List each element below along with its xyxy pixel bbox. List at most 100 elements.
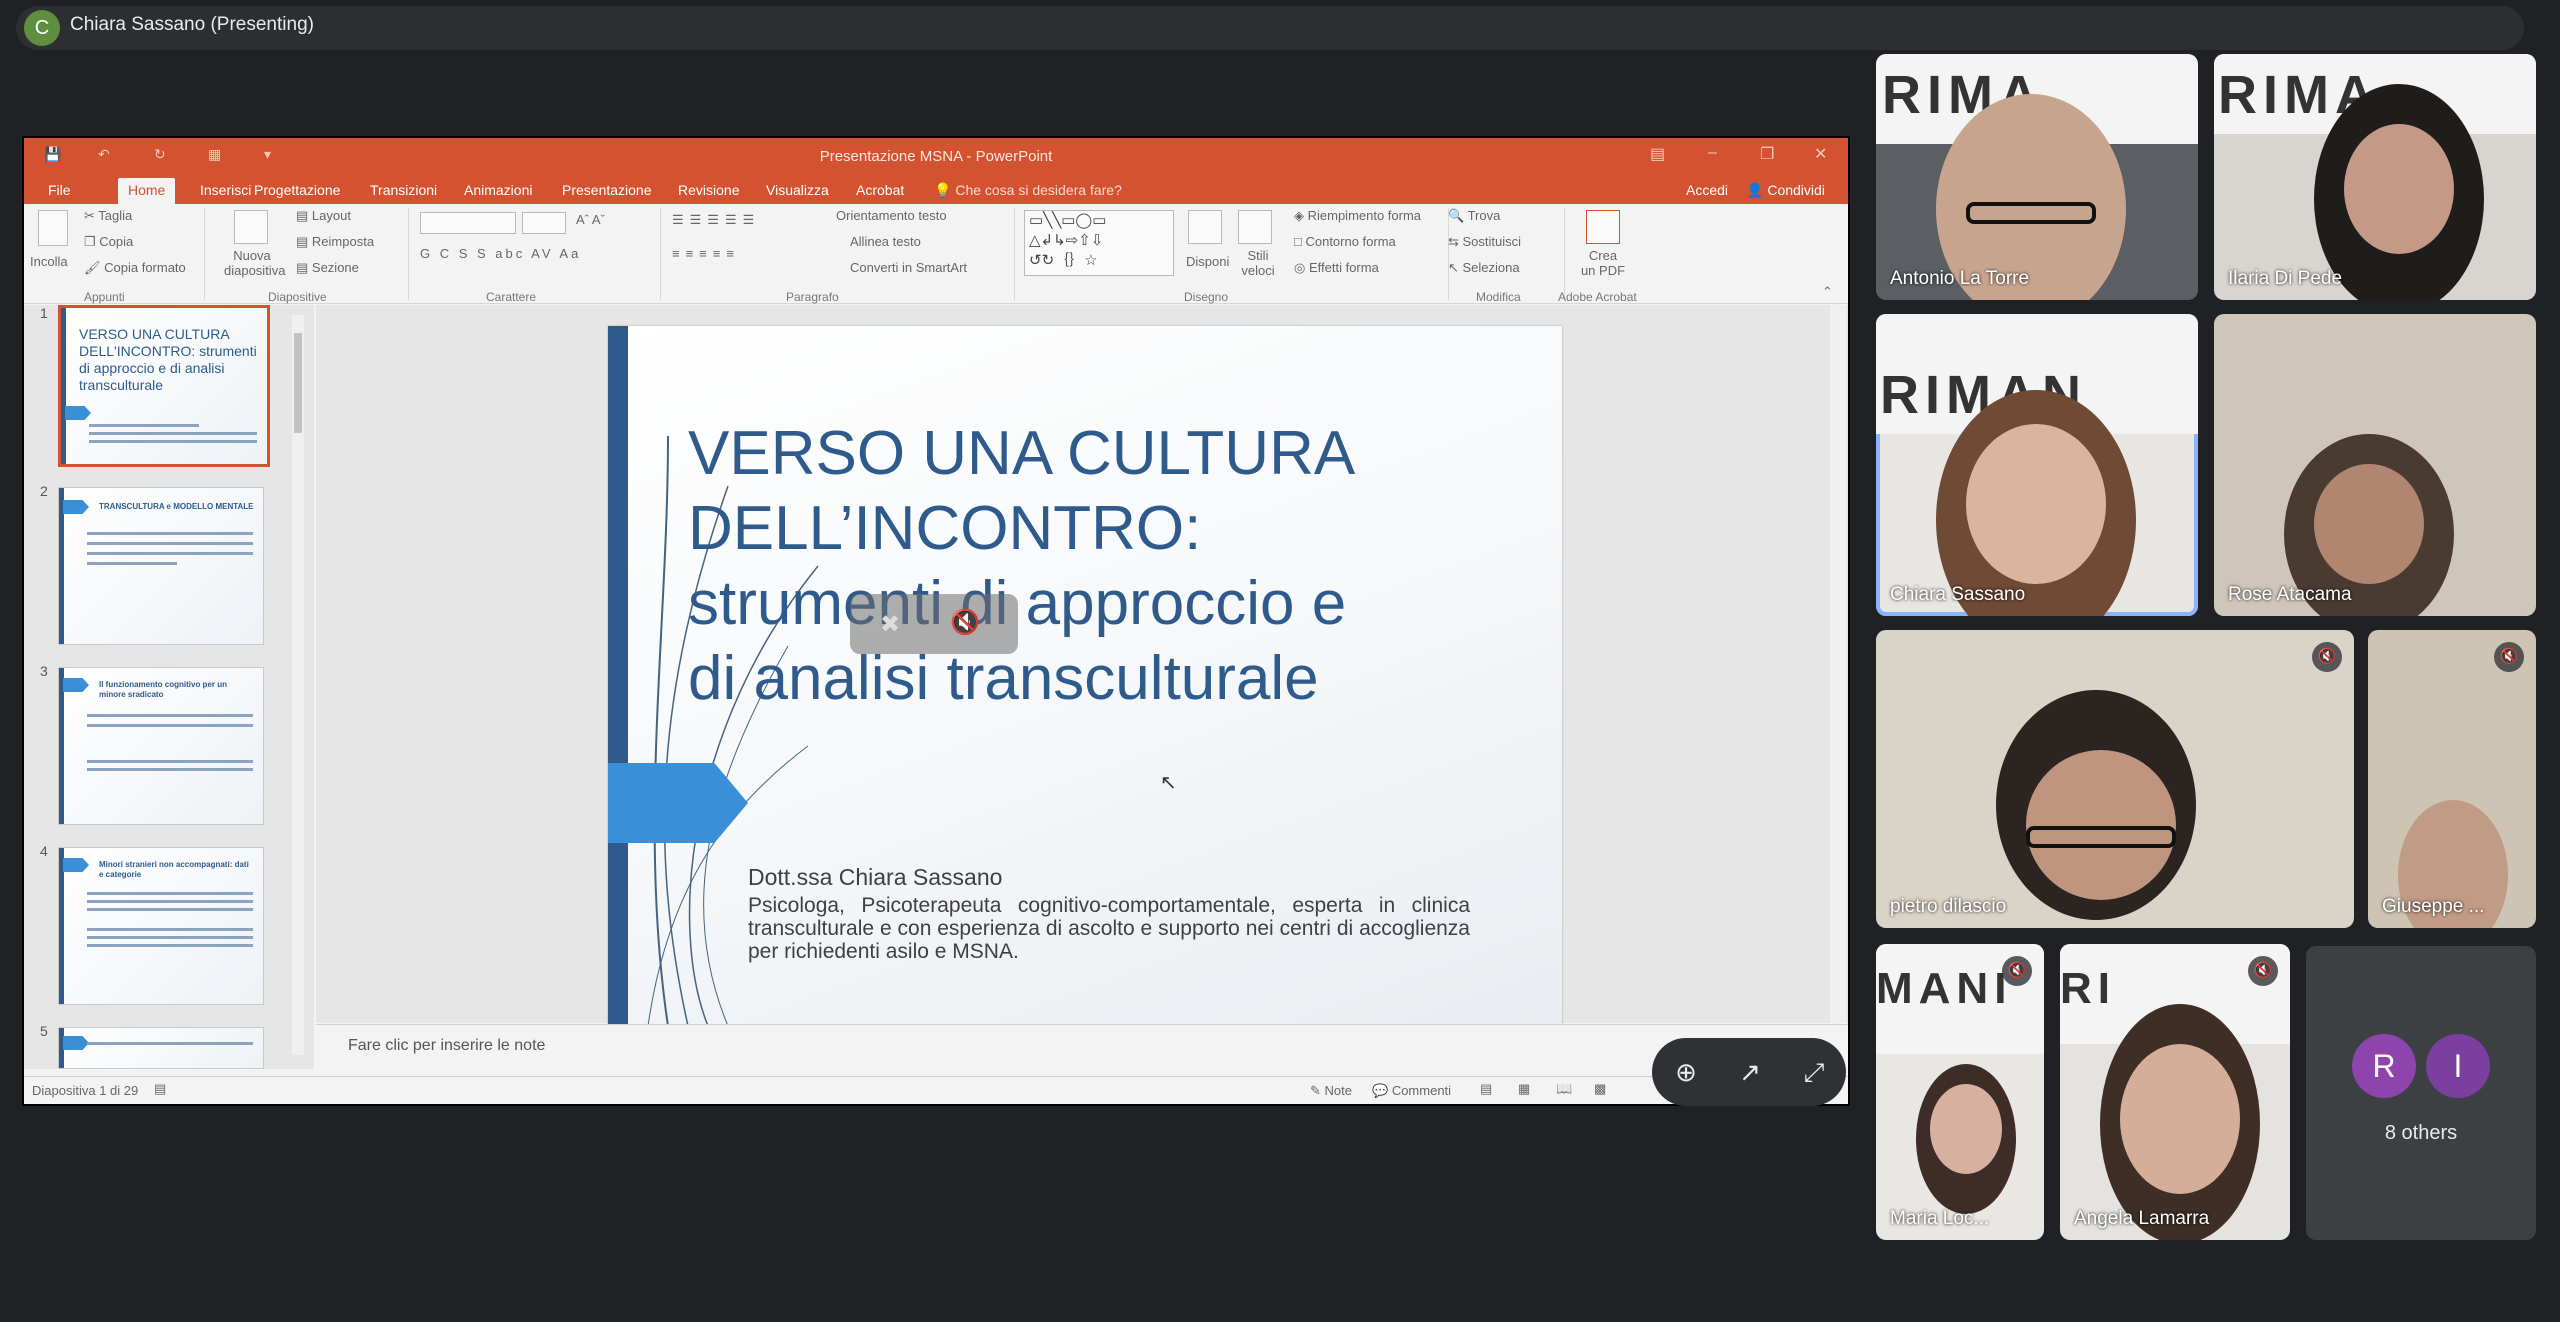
comments-toggle[interactable]: 💬 Commenti: [1372, 1083, 1451, 1099]
tab-visualizza[interactable]: Visualizza: [766, 182, 829, 198]
paste-button[interactable]: Incolla: [30, 254, 68, 269]
thumb-number: 5: [40, 1023, 48, 1039]
thumb-arrow: [65, 406, 91, 420]
reading-view-icon[interactable]: 📖: [1556, 1081, 1572, 1097]
quick-styles-button[interactable]: Stili veloci: [1238, 248, 1278, 278]
slide-thumbnail-3[interactable]: Il funzionamento cognitivo per un minore…: [58, 667, 264, 825]
scrollbar-thumb[interactable]: [294, 333, 302, 433]
pin-off-icon[interactable]: ✖: [880, 610, 900, 639]
participant-tile[interactable]: MANI 🔇 Maria Loc...: [1876, 944, 2044, 1240]
slide-title-line-2: DELL’INCONTRO:: [688, 494, 1202, 563]
tab-progettazione[interactable]: Progettazione: [254, 182, 340, 198]
layout-button[interactable]: ▤ Layout: [296, 208, 351, 224]
thumbnails-scrollbar[interactable]: [292, 315, 304, 1055]
new-slide-icon[interactable]: [234, 210, 268, 244]
tab-transizioni[interactable]: Transizioni: [370, 182, 437, 198]
new-slide-button[interactable]: Nuova diapositiva: [224, 248, 285, 278]
tab-home[interactable]: Home: [118, 178, 176, 204]
section-button[interactable]: ▤ Sezione: [296, 260, 359, 276]
list-buttons[interactable]: ☰☰☰☰☰: [672, 212, 760, 228]
smartart-button[interactable]: Converti in SmartArt: [850, 260, 967, 275]
sorter-view-icon[interactable]: ▦: [1518, 1081, 1530, 1097]
notes-toggle[interactable]: ✎ Note: [1310, 1083, 1352, 1099]
create-pdf-button[interactable]: Crea un PDF: [1580, 248, 1626, 278]
reset-button[interactable]: ▤ Reimposta: [296, 234, 374, 250]
thumb-text-line: [87, 724, 253, 727]
shape-outline-button[interactable]: □ Contorno forma: [1294, 234, 1396, 249]
shape-fill-button[interactable]: ◈ Riempimento forma: [1294, 208, 1421, 224]
tab-revisione[interactable]: Revisione: [678, 182, 739, 198]
share-button[interactable]: 👤 Condividi: [1746, 182, 1825, 199]
ribbon-display-icon[interactable]: ▤: [1650, 144, 1665, 164]
participant-face: [1930, 1084, 2002, 1174]
cut-button[interactable]: ✂ Taglia: [84, 208, 132, 224]
shape-effects-button[interactable]: ◎ Effetti forma: [1294, 260, 1379, 276]
slideshow-view-icon[interactable]: ▩: [1594, 1081, 1606, 1097]
replace-button[interactable]: ⇆ Sostituisci: [1448, 234, 1521, 250]
find-label: Trova: [1467, 208, 1501, 223]
align-buttons[interactable]: ≡≡≡≡≡: [672, 246, 740, 261]
others-tile[interactable]: R I 8 others: [2306, 946, 2536, 1240]
font-size-select[interactable]: [522, 212, 566, 234]
zoom-icon[interactable]: ⊕: [1666, 1052, 1706, 1092]
maximize-icon[interactable]: ❐: [1760, 144, 1774, 164]
notes-pane[interactable]: Fare clic per inserire le note: [316, 1024, 1848, 1068]
others-count: 8 others: [2384, 1122, 2458, 1144]
separator: [204, 208, 205, 300]
separator: [408, 208, 409, 300]
separator: [1564, 208, 1565, 300]
quick-styles-icon[interactable]: [1238, 210, 1272, 244]
close-icon[interactable]: ✕: [1814, 144, 1827, 164]
notes-placeholder: Fare clic per inserire le note: [348, 1037, 546, 1054]
group-label: Diapositive: [268, 290, 327, 304]
arrange-button[interactable]: Disponi: [1186, 254, 1229, 269]
slide-title: VERSO UNA CULTURA DELL’INCONTRO: strumen…: [688, 416, 1488, 716]
tab-file[interactable]: File: [48, 182, 71, 198]
paste-icon[interactable]: [38, 210, 68, 246]
current-slide[interactable]: VERSO UNA CULTURA DELL’INCONTRO: strumen…: [608, 326, 1562, 1026]
slide-thumbnail-2[interactable]: TRANSCULTURA e MODELLO MENTALE: [58, 487, 264, 645]
sign-in-link[interactable]: Accedi: [1686, 182, 1728, 198]
minimize-icon[interactable]: –: [1708, 144, 1717, 162]
align-text-button[interactable]: Allinea testo: [850, 234, 921, 249]
shapes-gallery[interactable]: ▭╲╲▭◯▭ △↲↳⇨⇧⇩ ↺↻｛｝☆: [1024, 210, 1174, 276]
tab-acrobat[interactable]: Acrobat: [856, 182, 904, 198]
thumb-arrow: [63, 500, 89, 514]
layout-label: Layout: [311, 208, 351, 223]
participant-tile[interactable]: 🔇 pietro dilascio: [1876, 630, 2354, 928]
participant-tile-active[interactable]: RIMAN Chiara Sassano: [1876, 314, 2198, 616]
tab-inserisci[interactable]: Inserisci: [200, 182, 251, 198]
font-format-buttons[interactable]: G C S S abc AV Aa: [420, 246, 581, 261]
slide-scrollbar[interactable]: [1830, 305, 1846, 1023]
thumb-arrow: [63, 858, 89, 872]
find-button[interactable]: 🔍 Trova: [1448, 208, 1500, 224]
font-grow-icon[interactable]: Aˆ Aˇ: [576, 212, 605, 227]
slide-thumbnail-5[interactable]: [58, 1027, 264, 1069]
font-name-select[interactable]: [420, 212, 516, 234]
arrange-icon[interactable]: [1188, 210, 1222, 244]
participant-tile[interactable]: RIMA Antonio La Torre: [1876, 54, 2198, 300]
thumb-title: Minori stranieri non accompagnati: dati …: [99, 860, 249, 879]
participant-tile[interactable]: Rose Atacama: [2214, 314, 2536, 616]
tab-animazioni[interactable]: Animazioni: [464, 182, 532, 198]
participant-tile[interactable]: RI 🔇 Angela Lamarra: [2060, 944, 2290, 1240]
copy-button[interactable]: ❐ Copia: [84, 234, 133, 250]
select-button[interactable]: ↖ Seleziona: [1448, 260, 1520, 276]
fullscreen-icon[interactable]: ⤢: [1794, 1052, 1834, 1092]
slide-thumbnail-4[interactable]: Minori stranieri non accompagnati: dati …: [58, 847, 264, 1005]
format-painter-button[interactable]: 🖌 Copia formato: [84, 260, 186, 276]
tell-me-search[interactable]: 💡 Che cosa si desidera fare?: [934, 182, 1122, 199]
thumb-title: TRANSCULTURA e MODELLO MENTALE: [99, 502, 254, 511]
tab-presentazione[interactable]: Presentazione: [562, 182, 652, 198]
thumb-bar: [61, 308, 66, 464]
pop-out-icon[interactable]: ↗: [1730, 1052, 1770, 1092]
slide-thumbnail-1[interactable]: VERSO UNA CULTURA DELL'INCONTRO: strumen…: [58, 305, 270, 467]
spellcheck-icon[interactable]: ▤: [154, 1081, 166, 1097]
collapse-ribbon-icon[interactable]: ⌃: [1822, 284, 1833, 300]
text-direction-button[interactable]: Orientamento testo: [836, 208, 947, 223]
create-pdf-icon[interactable]: [1586, 210, 1620, 244]
normal-view-icon[interactable]: ▤: [1480, 1081, 1492, 1097]
participant-tile[interactable]: 🔇 Giuseppe ...: [2368, 630, 2536, 928]
mute-icon[interactable]: 🔇: [950, 608, 980, 637]
participant-tile[interactable]: RIMA Ilaria Di Pede: [2214, 54, 2536, 300]
